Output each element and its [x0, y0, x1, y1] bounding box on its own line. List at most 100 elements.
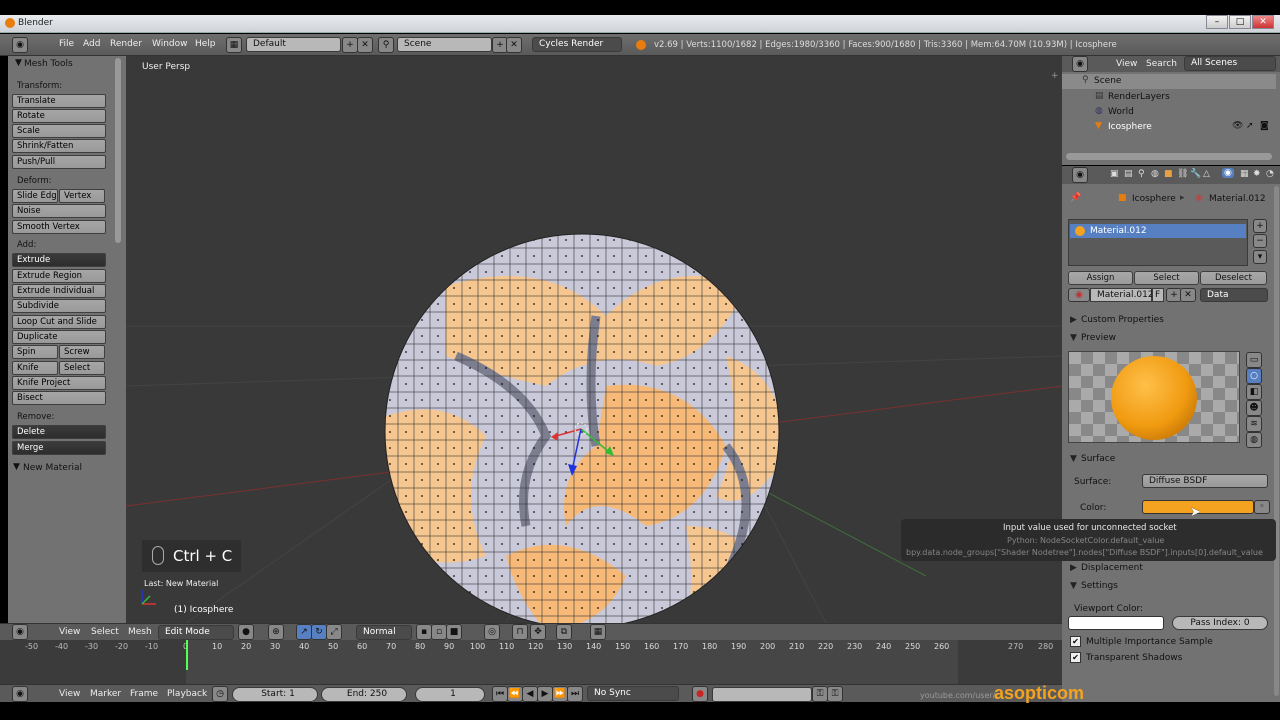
- selectable-cursor-icon[interactable]: ➚: [1246, 121, 1254, 131]
- duplicate-button[interactable]: Duplicate: [12, 330, 106, 344]
- loop-cut-button[interactable]: Loop Cut and Slide: [12, 315, 106, 329]
- keyframe-delete-icon[interactable]: ⚿: [827, 686, 843, 702]
- editor-type-icon-timeline[interactable]: ◉: [12, 686, 28, 702]
- snap-icon[interactable]: ⊓: [512, 624, 528, 640]
- next-keyframe-icon[interactable]: ⏩: [552, 686, 568, 702]
- displacement-collapse-icon[interactable]: ▶: [1070, 563, 1077, 573]
- playhead[interactable]: [186, 640, 188, 670]
- material-slot-row[interactable]: Material.012: [1070, 224, 1246, 238]
- panel-collapse-icon[interactable]: ▼: [15, 58, 22, 68]
- settings-header[interactable]: Settings: [1081, 581, 1118, 591]
- layout-grid-icon[interactable]: ▦: [226, 37, 242, 53]
- modifiers-tab-icon[interactable]: 🔧: [1190, 169, 1201, 179]
- extrude-individual-button[interactable]: Extrude Individual: [12, 284, 106, 298]
- spin-button[interactable]: Spin: [12, 345, 58, 359]
- particles-tab-icon[interactable]: ✸: [1253, 169, 1261, 179]
- menu-file[interactable]: File: [59, 39, 74, 49]
- knife-project-button[interactable]: Knife Project: [12, 376, 106, 390]
- render-preview-icon[interactable]: ⧉: [556, 624, 572, 640]
- menu-render[interactable]: Render: [110, 39, 142, 49]
- push-pull-button[interactable]: Push/Pull: [12, 155, 106, 169]
- record-icon[interactable]: ●: [692, 686, 708, 702]
- outliner-row-world[interactable]: ◍ World: [1062, 105, 1276, 120]
- viewport-color-swatch[interactable]: [1068, 616, 1164, 630]
- merge-dropdown[interactable]: Merge: [12, 441, 106, 455]
- pin-icon[interactable]: 📌: [1070, 193, 1081, 203]
- vertex-select-icon[interactable]: ▪: [416, 624, 432, 640]
- manipulator-scale-icon[interactable]: ⤢: [326, 624, 342, 640]
- rotate-button[interactable]: Rotate: [12, 109, 106, 123]
- keyframe-insert-icon[interactable]: ⚿: [812, 686, 828, 702]
- remove-scene-icon[interactable]: ✕: [506, 37, 522, 53]
- scale-button[interactable]: Scale: [12, 124, 106, 138]
- preview-header[interactable]: Preview: [1081, 333, 1116, 343]
- preview-sphere-icon[interactable]: ○: [1246, 368, 1262, 384]
- editor-type-icon[interactable]: ◉: [12, 37, 28, 53]
- new-material-collapse-icon[interactable]: ▼: [13, 462, 20, 472]
- menu-window[interactable]: Window: [152, 39, 188, 49]
- editor-type-icon-3d[interactable]: ◉: [12, 624, 28, 640]
- preview-range-icon[interactable]: ◷: [212, 686, 228, 702]
- custom-properties-header[interactable]: Custom Properties: [1081, 315, 1164, 325]
- deselect-button[interactable]: Deselect: [1200, 271, 1267, 285]
- manipulator-rotate-icon[interactable]: ↻: [311, 624, 327, 640]
- unlink-material-icon[interactable]: ✕: [1180, 288, 1196, 302]
- bisect-button[interactable]: Bisect: [12, 391, 106, 405]
- link-data-select[interactable]: Data: [1200, 288, 1268, 302]
- displacement-header[interactable]: Displacement: [1081, 563, 1143, 573]
- pass-index-field[interactable]: Pass Index: 0: [1172, 616, 1268, 630]
- texture-tab-icon[interactable]: ▦: [1240, 169, 1249, 179]
- surface-shader-select[interactable]: Diffuse BSDF: [1142, 474, 1268, 488]
- menu-select-3d[interactable]: Select: [91, 627, 119, 637]
- tool-shelf-scrollbar[interactable]: [115, 58, 121, 243]
- constraints-tab-icon[interactable]: ⛓: [1177, 169, 1188, 179]
- render-camera-icon[interactable]: ◙: [1260, 121, 1269, 131]
- outliner-filter-select[interactable]: All Scenes: [1184, 56, 1276, 71]
- delete-dropdown[interactable]: Delete: [12, 425, 106, 439]
- vertex-button[interactable]: Vertex: [59, 189, 105, 203]
- keying-set-field[interactable]: [712, 687, 812, 702]
- face-select-icon[interactable]: ■: [446, 624, 462, 640]
- jump-start-icon[interactable]: ⏮: [492, 686, 508, 702]
- slot-specials-icon[interactable]: ▾: [1253, 250, 1267, 264]
- menu-help[interactable]: Help: [195, 39, 216, 49]
- current-frame-field[interactable]: 1: [415, 687, 485, 702]
- object-tab-icon[interactable]: ■: [1164, 169, 1173, 179]
- timeline[interactable]: -50 -40 -30 -20 -10 0 10 20 30 40 50 60 …: [0, 640, 1062, 685]
- mis-checkbox[interactable]: ✔: [1070, 636, 1081, 647]
- manipulator-translate-icon[interactable]: ↗: [296, 624, 312, 640]
- outliner-scrollbar[interactable]: [1066, 153, 1272, 160]
- play-icon[interactable]: ▶: [537, 686, 553, 702]
- assign-button[interactable]: Assign: [1068, 271, 1133, 285]
- close-button[interactable]: ✕: [1252, 15, 1274, 29]
- menu-playback[interactable]: Playback: [167, 689, 207, 699]
- shading-icon[interactable]: ●: [238, 624, 254, 640]
- scene-field[interactable]: Scene: [397, 37, 492, 52]
- color-link-icon[interactable]: ◦: [1254, 500, 1270, 514]
- minimize-button[interactable]: –: [1206, 15, 1228, 29]
- extrude-region-button[interactable]: Extrude Region: [12, 269, 106, 283]
- render-engine-select[interactable]: Cycles Render: [532, 37, 622, 52]
- screen-layout-field[interactable]: Default: [246, 37, 341, 52]
- properties-scrollbar[interactable]: [1274, 186, 1279, 696]
- orientation-select[interactable]: Normal: [356, 625, 412, 640]
- material-browse-icon[interactable]: ◉: [1068, 288, 1090, 302]
- menu-mesh[interactable]: Mesh: [128, 627, 152, 637]
- preview-monkey-icon[interactable]: ☻: [1246, 400, 1262, 416]
- subdivide-button[interactable]: Subdivide: [12, 299, 106, 313]
- custom-props-collapse-icon[interactable]: ▶: [1070, 315, 1077, 325]
- menu-view-3d[interactable]: View: [59, 627, 80, 637]
- end-frame-field[interactable]: End: 250: [321, 687, 407, 702]
- outliner-row-renderlayers[interactable]: ▤ RenderLayers: [1062, 90, 1276, 105]
- surface-collapse-icon[interactable]: ▼: [1070, 454, 1077, 464]
- translate-button[interactable]: Translate: [12, 94, 106, 108]
- slide-edge-button[interactable]: Slide Edg: [12, 189, 58, 203]
- world-tab-icon[interactable]: ◍: [1151, 169, 1159, 179]
- surface-header[interactable]: Surface: [1081, 454, 1115, 464]
- preview-collapse-icon[interactable]: ▼: [1070, 333, 1077, 343]
- snap-target-icon[interactable]: ✥: [530, 624, 546, 640]
- knife-button[interactable]: Knife: [12, 361, 58, 375]
- smooth-vertex-button[interactable]: Smooth Vertex: [12, 220, 106, 234]
- menu-frame[interactable]: Frame: [130, 689, 158, 699]
- play-reverse-icon[interactable]: ◀: [522, 686, 538, 702]
